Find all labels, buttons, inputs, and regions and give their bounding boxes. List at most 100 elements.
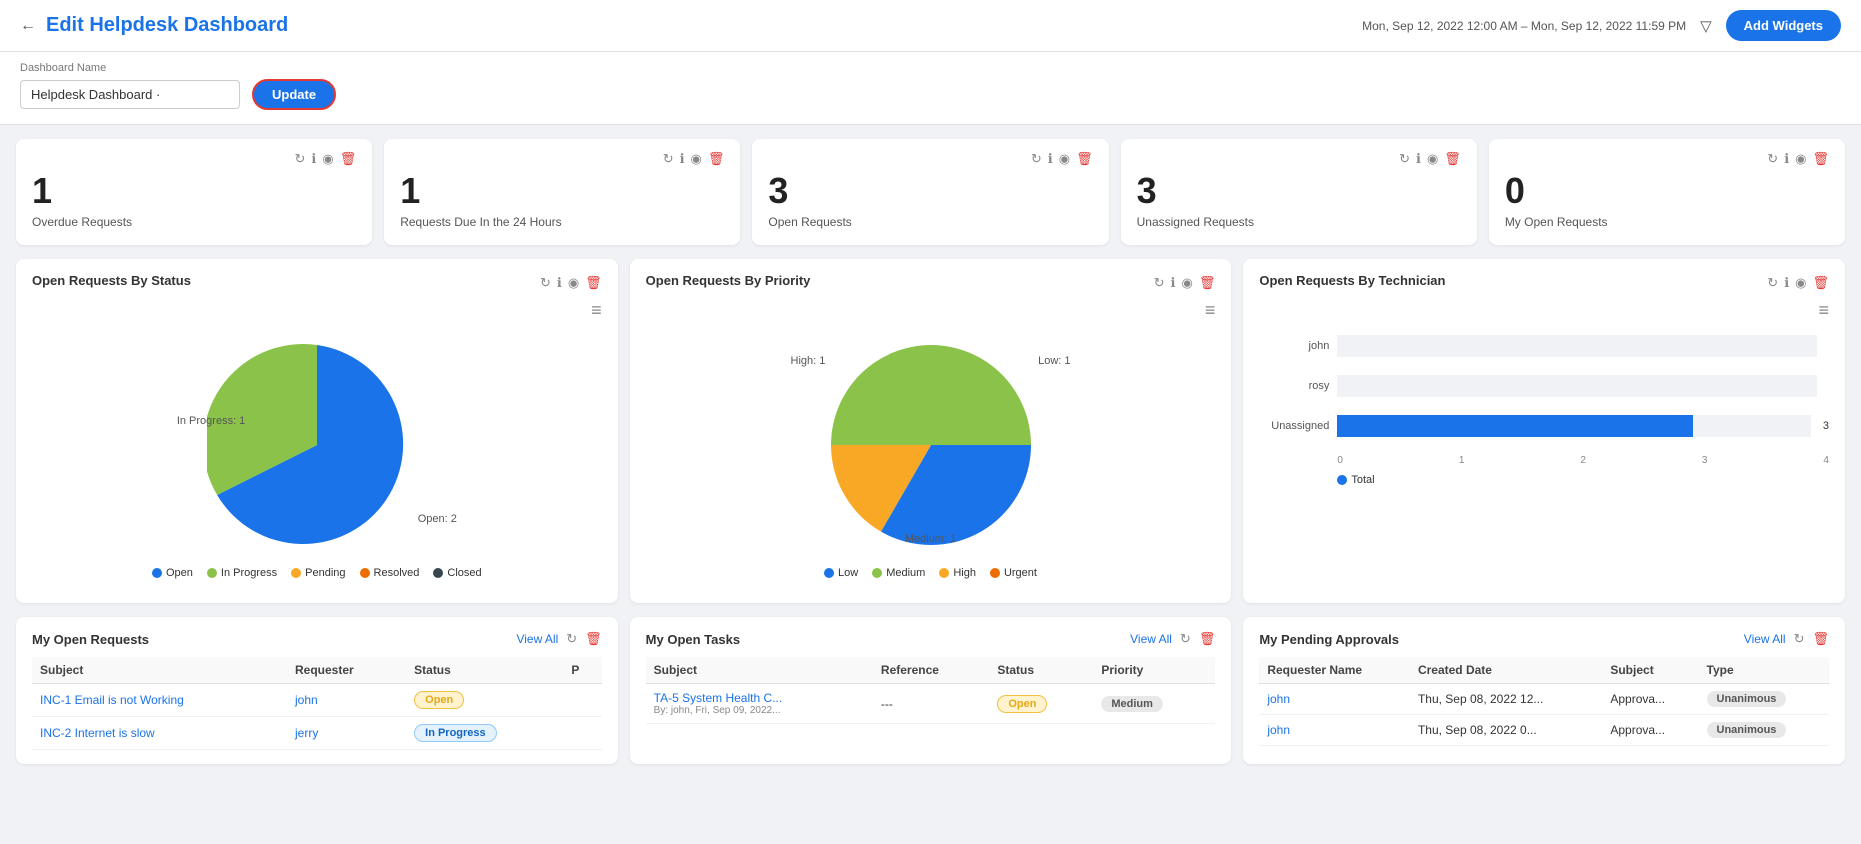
dashboard-name-input[interactable] [20,80,240,109]
dashboard-name-label: Dashboard Name [20,62,1841,74]
legend-open: Open [152,567,193,579]
pending-approvals-delete[interactable]: 🗑 [1813,631,1830,647]
status-chart-card: Open Requests By Status ↻ ℹ ◉ 🗑 ≡ [16,259,618,603]
bar-row-john: john [1259,335,1829,357]
legend-high: High [939,567,976,579]
legend-urgent: Urgent [990,567,1037,579]
info-icon-s1[interactable]: ℹ [680,151,685,167]
stats-row: ↻ ℹ ◉ 🗑 1 Overdue Requests ↻ ℹ ◉ 🗑 1 Req… [16,139,1845,245]
main-content: ↻ ℹ ◉ 🗑 1 Overdue Requests ↻ ℹ ◉ 🗑 1 Req… [0,125,1861,778]
eye-icon-s1[interactable]: ◉ [691,151,702,167]
refresh-icon-s0[interactable]: ↻ [294,151,305,167]
pending-approvals-view-all[interactable]: View All [1744,632,1786,646]
filter-icon[interactable]: ▽ [1700,17,1712,35]
refresh-icon[interactable]: ↻ [540,275,551,291]
approval-requester-link[interactable]: john [1267,692,1290,706]
refresh-icon-s3[interactable]: ↻ [1399,151,1410,167]
row-status: In Progress [406,717,563,750]
menu-icon-priority[interactable]: ≡ [1205,300,1216,320]
requester-link[interactable]: jerry [295,726,318,740]
row-requester: john [287,684,406,717]
table-row: INC-2 Internet is slow jerry In Progress [32,717,602,750]
delete-icon-s2[interactable]: 🗑 [1076,151,1093,167]
pending-approvals-refresh[interactable]: ↻ [1794,631,1805,647]
requester-link[interactable]: john [295,693,318,707]
info-icon-t[interactable]: ℹ [1784,275,1789,291]
delete-icon[interactable]: 🗑 [585,275,602,291]
bar-label-john: john [1259,340,1329,352]
legend-inprogress: In Progress [207,567,277,579]
eye-icon-p[interactable]: ◉ [1181,275,1192,291]
row-approval-subject: Approva... [1602,684,1698,715]
refresh-icon-s4[interactable]: ↻ [1767,151,1778,167]
row-task-status: Open [989,684,1093,724]
open-tasks-refresh[interactable]: ↻ [1180,631,1191,647]
add-widget-button[interactable]: Add Widgets [1726,10,1841,41]
eye-icon[interactable]: ◉ [568,275,579,291]
open-requests-refresh[interactable]: ↻ [566,631,577,647]
eye-icon-s2[interactable]: ◉ [1059,151,1070,167]
menu-icon-status[interactable]: ≡ [591,300,602,320]
open-tasks-delete[interactable]: 🗑 [1199,631,1216,647]
eye-icon-s4[interactable]: ◉ [1795,151,1806,167]
stat-label-1: Requests Due In the 24 Hours [400,215,724,229]
delete-icon-s3[interactable]: 🗑 [1444,151,1461,167]
refresh-icon-t[interactable]: ↻ [1767,275,1778,291]
eye-icon-s0[interactable]: ◉ [322,151,333,167]
col-requester-name: Requester Name [1259,657,1410,684]
back-arrow[interactable]: ← [20,17,36,35]
delete-icon-s4[interactable]: 🗑 [1813,151,1830,167]
pending-approvals-header: My Pending Approvals View All ↻ 🗑 [1259,631,1829,647]
info-icon[interactable]: ℹ [557,275,562,291]
pending-approvals-title: My Pending Approvals [1259,632,1399,647]
info-icon-s3[interactable]: ℹ [1416,151,1421,167]
approval-requester-link[interactable]: john [1267,723,1290,737]
bar-value-unassigned: 3 [1823,420,1829,432]
refresh-icon-s1[interactable]: ↻ [663,151,674,167]
table-row: INC-1 Email is not Working john Open [32,684,602,717]
row-requester-name: john [1259,715,1410,746]
menu-icon-tech[interactable]: ≡ [1819,300,1830,320]
subject-link[interactable]: INC-2 Internet is slow [40,726,155,740]
delete-icon-p[interactable]: 🗑 [1199,275,1216,291]
delete-icon-t[interactable]: 🗑 [1813,275,1830,291]
refresh-icon-p[interactable]: ↻ [1154,275,1165,291]
info-icon-s2[interactable]: ℹ [1048,151,1053,167]
technician-chart-icons: ↻ ℹ ◉ 🗑 [1767,275,1829,291]
update-button[interactable]: Update [252,79,336,110]
open-tasks-title: My Open Tasks [646,632,740,647]
legend-pending: Pending [291,567,345,579]
stat-label-0: Overdue Requests [32,215,356,229]
eye-icon-s3[interactable]: ◉ [1427,151,1438,167]
pending-approvals-col-header: Requester Name Created Date Subject Type [1259,657,1829,684]
label-high: High: 1 [791,355,826,367]
legend-dot-medium [872,568,882,578]
open-tasks-view-all[interactable]: View All [1130,632,1172,646]
task-subject-sub: By: john, Fri, Sep 09, 2022... [654,705,865,716]
info-icon-p[interactable]: ℹ [1171,275,1176,291]
legend-low: Low [824,567,858,579]
stat-card-icons-2: ↻ ℹ ◉ 🗑 [768,151,1092,167]
stat-card-2: ↻ ℹ ◉ 🗑 3 Open Requests [752,139,1108,245]
dashboard-name-bar: Dashboard Name Update [0,52,1861,125]
legend-dot-high [939,568,949,578]
delete-icon-s1[interactable]: 🗑 [708,151,725,167]
top-header: ← Edit Helpdesk Dashboard Mon, Sep 12, 2… [0,0,1861,52]
type-badge: Unanimous [1707,691,1787,707]
refresh-icon-s2[interactable]: ↻ [1031,151,1042,167]
col-task-subject: Subject [646,657,873,684]
open-requests-view-all[interactable]: View All [516,632,558,646]
stat-card-icons-4: ↻ ℹ ◉ 🗑 [1505,151,1829,167]
subject-link[interactable]: INC-1 Email is not Working [40,693,184,707]
stat-card-1: ↻ ℹ ◉ 🗑 1 Requests Due In the 24 Hours [384,139,740,245]
task-subject-link[interactable]: TA-5 System Health C... [654,691,782,705]
date-range: Mon, Sep 12, 2022 12:00 AM – Mon, Sep 12… [1362,19,1686,33]
info-icon-s4[interactable]: ℹ [1784,151,1789,167]
delete-icon-s0[interactable]: 🗑 [340,151,357,167]
open-requests-delete[interactable]: 🗑 [585,631,602,647]
legend-resolved: Resolved [360,567,420,579]
eye-icon-t[interactable]: ◉ [1795,275,1806,291]
info-icon-s0[interactable]: ℹ [311,151,316,167]
stat-label-2: Open Requests [768,215,1092,229]
header-right: Mon, Sep 12, 2022 12:00 AM – Mon, Sep 12… [1362,10,1841,41]
